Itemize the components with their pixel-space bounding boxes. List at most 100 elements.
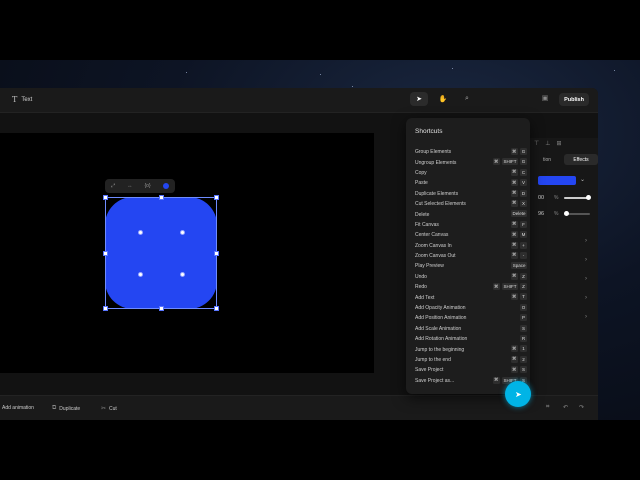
key-cap: ⌘ bbox=[510, 231, 518, 239]
key-cap: Space bbox=[511, 262, 527, 270]
opacity-value[interactable]: 00 bbox=[538, 195, 544, 201]
move-icon[interactable]: ↔ bbox=[127, 183, 132, 189]
shortcut-label: Jump to the beginning bbox=[415, 346, 465, 353]
key-cap: X bbox=[520, 199, 527, 207]
align-middle-icon[interactable]: ⊥ bbox=[545, 140, 550, 152]
key-cap: Delete bbox=[510, 210, 527, 218]
align-top-icon[interactable]: ⊤ bbox=[534, 140, 539, 152]
second-slider-knob[interactable] bbox=[564, 211, 569, 216]
hand-icon: ✋ bbox=[438, 96, 448, 103]
key-cap: Z bbox=[520, 283, 527, 291]
shortcut-keys: ⌘ - bbox=[510, 251, 527, 259]
video-letterbox-top bbox=[0, 0, 640, 60]
key-cap: D bbox=[520, 189, 527, 197]
corner-radius-handle[interactable] bbox=[180, 272, 185, 277]
expand-icon[interactable]: ⤢ bbox=[111, 183, 115, 189]
undo-icon[interactable]: ↶ bbox=[563, 404, 568, 411]
cut-label: Cut bbox=[109, 405, 117, 412]
duplicate-icon: ⧉ bbox=[52, 405, 57, 411]
tab-animation[interactable]: tion bbox=[530, 154, 564, 165]
shortcut-row: Zoom Canvas In ⌘ + bbox=[415, 241, 527, 251]
shortcut-keys: ⌘ Z bbox=[510, 272, 527, 280]
shortcut-label: Duplicate Elements bbox=[415, 190, 459, 197]
shortcut-row: Add Position Animation P bbox=[415, 313, 527, 323]
key-cap: ⌘ bbox=[510, 272, 518, 280]
select-tool-button[interactable]: ➤ bbox=[410, 92, 428, 106]
key-cap: ⌘ bbox=[510, 199, 518, 207]
redo-icon[interactable]: ↷ bbox=[579, 404, 584, 411]
key-cap: ⌘ bbox=[510, 251, 518, 259]
chevron-right-icon[interactable]: › bbox=[585, 276, 587, 282]
tool-group: ➤ ✋ ⌕ bbox=[410, 92, 476, 106]
second-unit: % bbox=[554, 211, 559, 217]
shortcut-row: Add Scale Animation S bbox=[415, 324, 527, 334]
save-icon[interactable]: ▣ bbox=[540, 94, 550, 104]
shortcut-row: Play Preview Space bbox=[415, 261, 527, 271]
shortcut-keys: Space bbox=[511, 262, 527, 270]
shortcut-label: Delete bbox=[415, 211, 430, 218]
align-tools: ⊤ ⊥ ⊞ bbox=[530, 140, 598, 152]
tab-effects[interactable]: Effects bbox=[564, 154, 598, 165]
shortcut-row: Add Opacity Animation O bbox=[415, 303, 527, 313]
text-tool[interactable]: T Text bbox=[12, 95, 32, 104]
fill-color-swatch[interactable] bbox=[538, 176, 576, 185]
key-cap: V bbox=[520, 179, 527, 187]
chevron-right-icon[interactable]: › bbox=[585, 295, 587, 301]
resize-handle-bottom[interactable] bbox=[159, 306, 164, 311]
shortcuts-panel: Shortcuts Group Elements ⌘ G Ungroup Elemen… bbox=[406, 118, 530, 394]
search-tool-button[interactable]: ⌕ bbox=[458, 92, 476, 106]
opacity-unit: % bbox=[554, 195, 559, 201]
key-cap: ⌘ bbox=[510, 220, 518, 228]
shortcut-keys: S bbox=[520, 324, 527, 332]
key-cap: T bbox=[520, 293, 527, 301]
properties-panel: ⊤ ⊥ ⊞ tion Effects ⌄ 00 % 96 % › › › › › bbox=[530, 138, 598, 420]
add-animation-button[interactable]: Add animation bbox=[2, 405, 34, 411]
key-cap: ⌘ bbox=[510, 168, 518, 176]
resize-handle-bottom-left[interactable] bbox=[103, 306, 108, 311]
shortcut-label: Save Project as... bbox=[415, 377, 455, 384]
shortcut-row: Save Project ⌘ S bbox=[415, 365, 527, 375]
shortcut-row: Group Elements ⌘ G bbox=[415, 147, 527, 157]
resize-handle-right[interactable] bbox=[214, 251, 219, 256]
corner-radius-handle[interactable] bbox=[138, 230, 143, 235]
chevron-right-icon[interactable]: › bbox=[585, 314, 587, 320]
key-cap: ⌘ bbox=[510, 293, 518, 301]
second-value[interactable]: 96 bbox=[538, 211, 544, 217]
corner-radius-handle[interactable] bbox=[138, 272, 143, 277]
hand-tool-button[interactable]: ✋ bbox=[434, 92, 452, 106]
color-dot-icon[interactable] bbox=[162, 183, 169, 189]
key-cap: ⌘ bbox=[492, 158, 500, 166]
grid-icon[interactable]: ⌗ bbox=[546, 404, 549, 411]
resize-handle-top[interactable] bbox=[159, 195, 164, 200]
distribute-icon[interactable]: ⊞ bbox=[556, 140, 561, 152]
key-cap: C bbox=[520, 168, 527, 176]
opacity-slider-knob[interactable] bbox=[586, 195, 591, 200]
cut-button[interactable]: ✂ Cut bbox=[101, 405, 117, 413]
shortcut-keys: ⌘ T bbox=[510, 293, 527, 301]
publish-button[interactable]: Publish bbox=[559, 93, 589, 106]
shortcut-row: Redo ⌘ SHIFT Z bbox=[415, 282, 527, 292]
chevron-right-icon[interactable]: › bbox=[585, 257, 587, 263]
shortcut-label: Add Opacity Animation bbox=[415, 305, 466, 312]
resize-handle-bottom-right[interactable] bbox=[214, 306, 219, 311]
chevron-right-icon[interactable]: › bbox=[585, 238, 587, 244]
shortcut-row: Fit Canvas ⌘ F bbox=[415, 220, 527, 230]
corner-radius-handle[interactable] bbox=[180, 230, 185, 235]
shortcut-keys: ⌘ 1 bbox=[510, 345, 527, 353]
selection-outline bbox=[105, 197, 217, 309]
resize-handle-left[interactable] bbox=[103, 251, 108, 256]
selected-shape[interactable] bbox=[103, 195, 219, 311]
shortcut-keys: ⌘ SHIFT Z bbox=[492, 283, 527, 291]
shortcut-row: Copy ⌘ C bbox=[415, 168, 527, 178]
shortcut-keys: ⌘ D bbox=[510, 189, 527, 197]
scissors-icon: ✂ bbox=[101, 406, 107, 412]
chevron-down-icon[interactable]: ⌄ bbox=[580, 176, 585, 183]
shortcut-label: Copy bbox=[415, 169, 427, 176]
code-button[interactable]: {o} bbox=[145, 183, 151, 189]
duplicate-button[interactable]: ⧉ Duplicate bbox=[52, 405, 80, 412]
key-cap: G bbox=[520, 148, 527, 155]
key-cap: Z bbox=[520, 272, 527, 280]
resize-handle-top-right[interactable] bbox=[214, 195, 219, 200]
shortcut-label: Zoom Canvas In bbox=[415, 242, 452, 249]
resize-handle-top-left[interactable] bbox=[103, 195, 108, 200]
